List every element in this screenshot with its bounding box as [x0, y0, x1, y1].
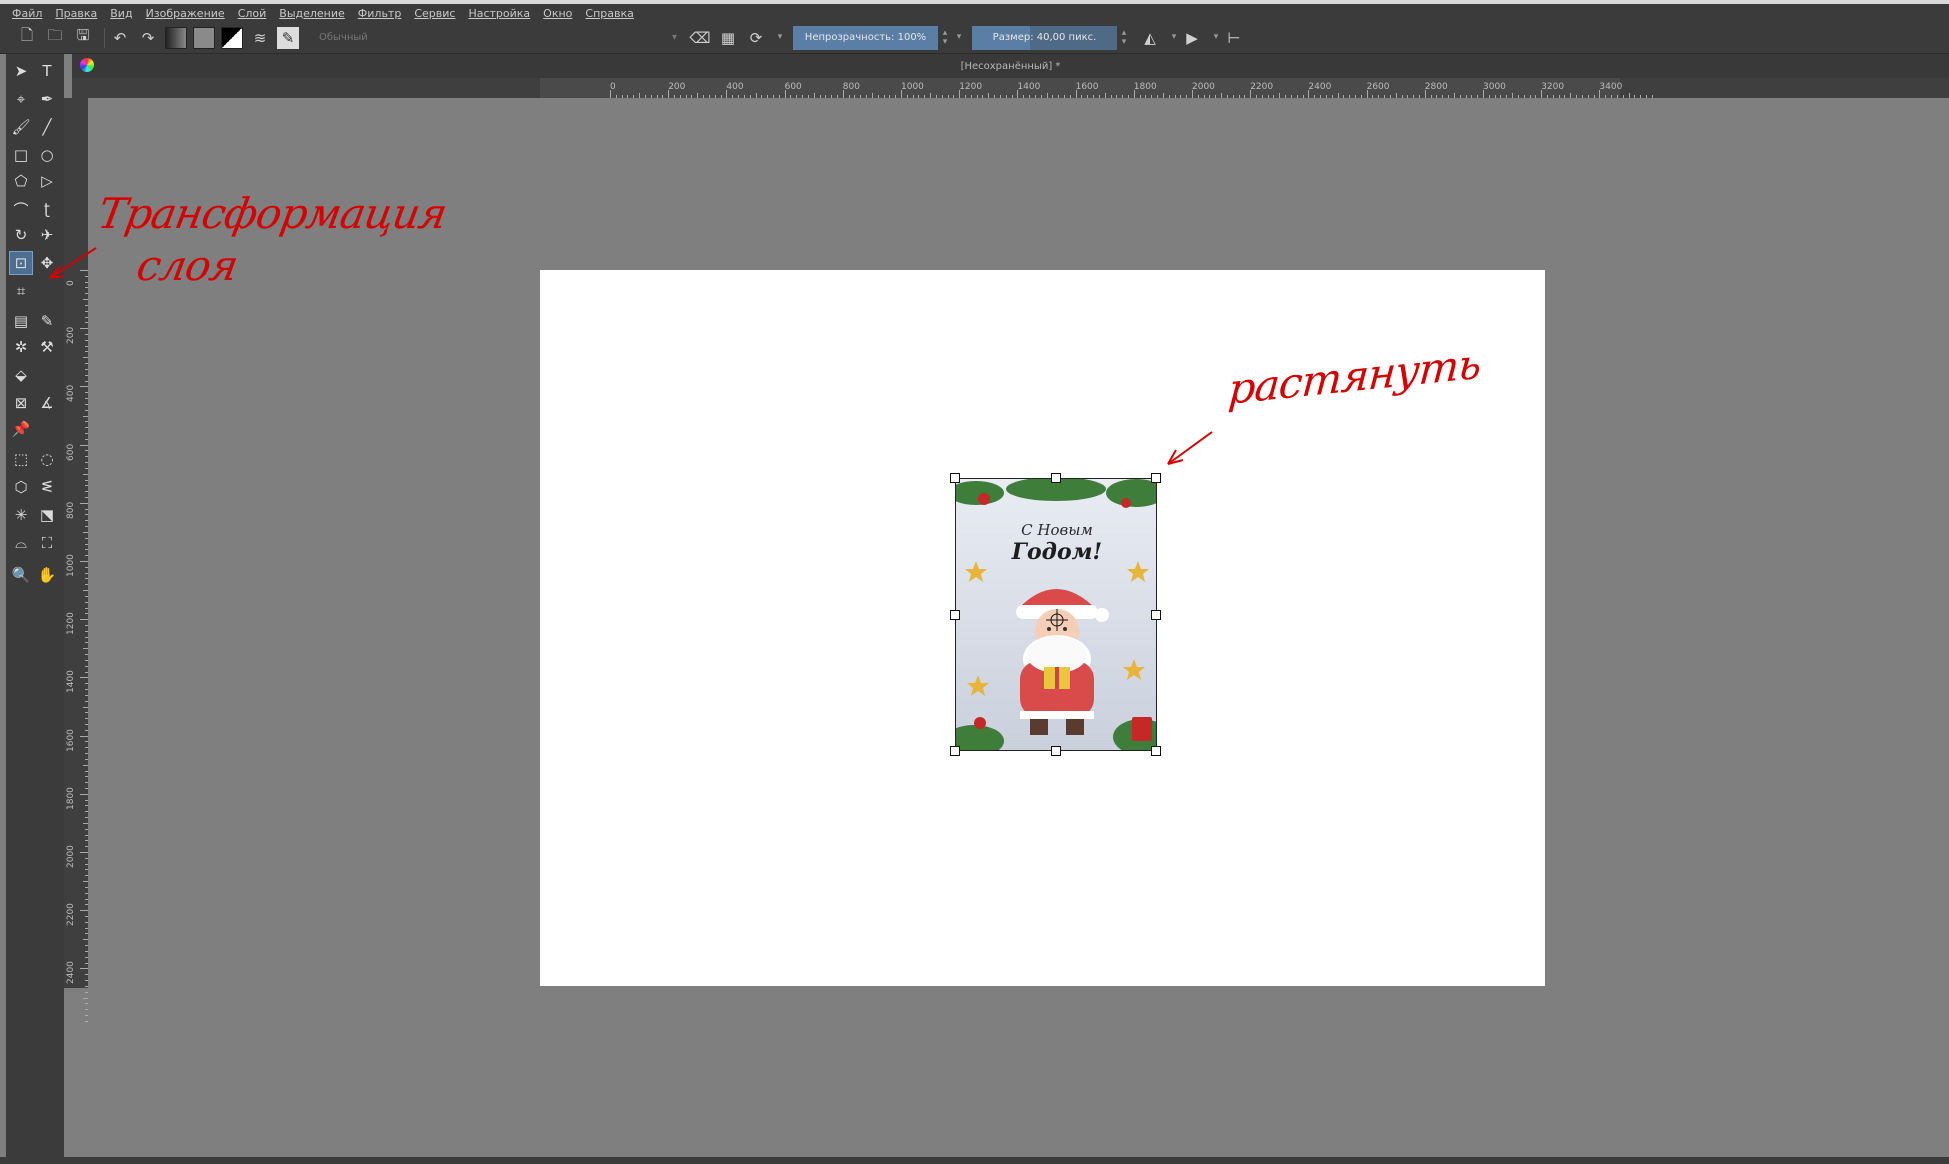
arrow-to-corner-handle — [1167, 431, 1213, 465]
status-bar — [0, 1157, 1949, 1164]
krita-window: Файл Правка Вид Изображение Слой Выделен… — [0, 0, 1949, 1164]
annotation-arrows — [49, 247, 1213, 465]
arrow-head-icon — [1167, 449, 1184, 465]
arrow-head-icon — [49, 265, 65, 279]
arrow-to-transform-tool — [49, 247, 97, 279]
